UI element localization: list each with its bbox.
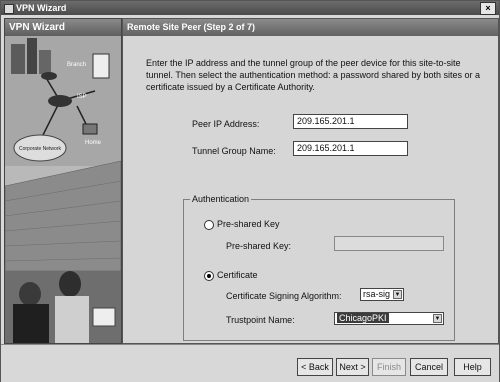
finish-button[interactable]: Finish [372,358,406,376]
instructions-text: Enter the IP address and the tunnel grou… [146,58,481,92]
wizard-content-panel: Remote Site Peer (Step 2 of 7) Enter the… [122,18,499,344]
close-button[interactable]: × [480,2,496,15]
preshared-key-input[interactable] [334,236,444,251]
preshared-key-radio[interactable] [204,220,214,230]
sidebar-heading: VPN Wizard [5,19,121,36]
peer-ip-input[interactable]: 209.165.201.1 [293,114,408,129]
title-bar: VPN Wizard × [1,1,499,15]
label-branch: Branch [67,62,86,68]
window-title: VPN Wizard [16,3,67,13]
chevron-down-icon[interactable]: ▼ [393,290,402,299]
signing-algorithm-select[interactable]: rsa-sig ▼ [360,288,404,301]
radio-selected-dot [207,274,211,278]
preshared-key-field-label: Pre-shared Key: [226,241,292,251]
peer-ip-label: Peer IP Address: [192,119,260,129]
back-button[interactable]: < Back [297,358,333,376]
help-button[interactable]: Help [454,358,491,376]
certificate-radio-label: Certificate [217,270,258,280]
tunnel-group-input[interactable]: 209.165.201.1 [293,141,408,156]
wizard-button-bar: < Back Next > Finish Cancel Help [1,344,499,382]
trustpoint-value: ChicagoPKI [337,313,389,323]
signing-algorithm-label: Certificate Signing Algorithm: [226,291,342,301]
network-illustration: Branch ISP Home Corporate Network [5,36,121,343]
label-corporate: Corporate Network [19,146,61,152]
chevron-down-icon[interactable]: ▼ [433,314,442,323]
trustpoint-label: Trustpoint Name: [226,315,295,325]
signing-algorithm-value: rsa-sig [363,289,391,299]
label-isp: ISP [77,94,87,100]
authentication-title: Authentication [190,194,252,204]
vpn-wizard-window: VPN Wizard × VPN Wizard Branch ISP Home … [0,0,500,382]
authentication-group: Authentication Pre-shared Key Pre-shared… [183,194,455,341]
certificate-radio[interactable] [204,271,214,281]
preshared-key-radio-label: Pre-shared Key [217,219,280,229]
next-button[interactable]: Next > [336,358,369,376]
step-heading: Remote Site Peer (Step 2 of 7) [123,19,498,36]
trustpoint-select[interactable]: ChicagoPKI ▼ [334,312,444,325]
label-home: Home [85,140,102,146]
tunnel-group-label: Tunnel Group Name: [192,146,276,156]
wizard-sidebar: VPN Wizard Branch ISP Home Corporate Net… [4,18,122,344]
app-icon [4,4,14,14]
cancel-button[interactable]: Cancel [410,358,448,376]
